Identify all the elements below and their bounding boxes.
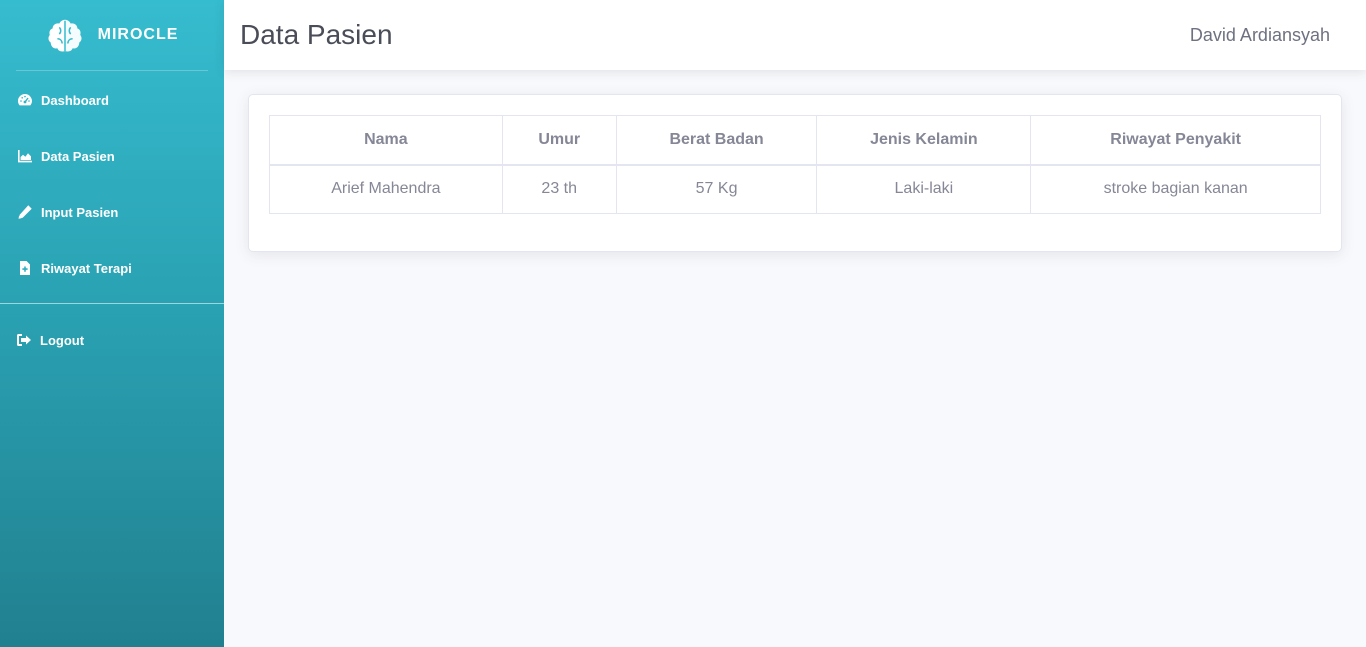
column-header-jenis-kelamin: Jenis Kelamin — [816, 115, 1032, 166]
cell-nama: Arief Mahendra — [269, 164, 503, 214]
file-medical-icon — [20, 261, 30, 275]
patient-table: Nama Umur Berat Badan Jenis Kelamin Riwa… — [269, 115, 1321, 214]
sidebar-item-label: Dashboard — [41, 92, 109, 108]
column-header-riwayat-penyakit: Riwayat Penyakit — [1030, 115, 1321, 166]
brand-link[interactable]: MIROCLE — [0, 0, 224, 70]
sidebar-item-riwayat-terapi[interactable]: Riwayat Terapi — [0, 240, 224, 296]
cell-riwayat-penyakit: stroke bagian kanan — [1030, 164, 1321, 214]
sidebar-item-label: Data Pasien — [41, 148, 115, 164]
topbar: Data Pasien David Ardiansyah — [224, 0, 1366, 70]
tachometer-icon — [18, 94, 32, 106]
logout-label: Logout — [40, 332, 85, 348]
column-header-berat-badan: Berat Badan — [615, 115, 818, 166]
sidebar-nav: Dashboard Data Pasien Input Pasien Riway… — [0, 71, 224, 296]
column-header-nama: Nama — [269, 115, 503, 166]
table-header-row: Nama Umur Berat Badan Jenis Kelamin Riwa… — [269, 115, 1321, 166]
user-menu[interactable]: David Ardiansyah — [1190, 25, 1330, 46]
table-row: Arief Mahendra 23 th 57 Kg Laki-laki str… — [269, 164, 1321, 214]
column-header-umur: Umur — [501, 115, 617, 166]
pencil-icon — [18, 205, 32, 219]
logout-button[interactable]: Logout — [0, 304, 224, 376]
sidebar-item-label: Riwayat Terapi — [41, 260, 132, 276]
sidebar-item-data-pasien[interactable]: Data Pasien — [0, 128, 224, 184]
patient-card: Nama Umur Berat Badan Jenis Kelamin Riwa… — [248, 94, 1342, 252]
brand-name: MIROCLE — [97, 26, 179, 43]
sidebar: MIROCLE Dashboard Data Pasien Input Pasi… — [0, 0, 224, 647]
cell-jenis-kelamin: Laki-laki — [816, 164, 1032, 214]
sidebar-item-label: Input Pasien — [41, 204, 119, 220]
chart-area-icon — [18, 150, 32, 163]
sidebar-item-input-pasien[interactable]: Input Pasien — [0, 184, 224, 240]
page-title: Data Pasien — [240, 19, 393, 50]
cell-berat-badan: 57 Kg — [615, 164, 818, 214]
cell-umur: 23 th — [501, 164, 617, 214]
sign-out-icon — [17, 334, 31, 346]
sidebar-item-dashboard[interactable]: Dashboard — [0, 72, 224, 128]
brain-icon — [48, 19, 82, 52]
